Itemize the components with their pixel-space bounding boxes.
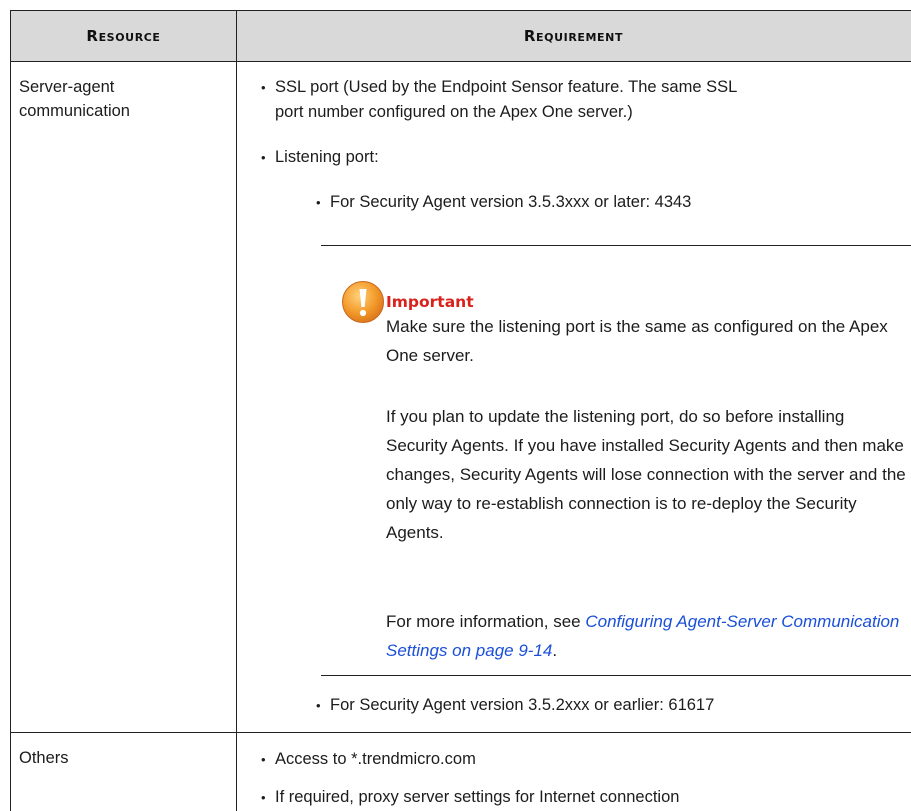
list-item-text: If required, proxy server settings for I… <box>275 788 680 806</box>
important-note-paragraph: For more information, see Configuring Ag… <box>386 607 906 665</box>
table-header-row: Resource Requirement <box>11 10 911 62</box>
list-item-listening-port: • Listening port: <box>261 145 881 170</box>
bullet-icon: • <box>261 80 266 95</box>
list-item-trendmicro-access: • Access to *.trendmicro.com <box>261 747 881 772</box>
list-item-proxy-settings: • If required, proxy server settings for… <box>261 785 881 810</box>
warning-exclamation-icon <box>342 281 384 323</box>
sublist-item-text: For Security Agent version 3.5.2xxx or e… <box>330 696 715 714</box>
important-note-paragraph: Make sure the listening port is the same… <box>386 317 888 365</box>
column-header-requirement: Requirement <box>523 27 624 45</box>
sublist-item-version-353: • For Security Agent version 3.5.3xxx or… <box>316 190 896 215</box>
row-divider <box>11 732 911 733</box>
column-divider <box>236 10 237 811</box>
column-header-resource: Resource <box>86 27 161 45</box>
sublist-item-text: For Security Agent version 3.5.3xxx or l… <box>330 193 692 211</box>
note-text: . <box>552 641 558 660</box>
requirements-table: Resource Requirement Server-agent commun… <box>10 10 911 811</box>
sublist-item-version-352: • For Security Agent version 3.5.2xxx or… <box>316 693 896 718</box>
list-item-text: Listening port: <box>275 148 379 166</box>
list-item-text: port number configured on the Apex One s… <box>275 103 633 121</box>
bullet-icon: • <box>261 752 266 767</box>
important-note-paragraph: If you plan to update the listening port… <box>386 407 906 542</box>
important-note-title: Important <box>386 293 474 311</box>
note-text: For more information, see <box>386 612 586 631</box>
list-item-ssl-port: • SSL port (Used by the Endpoint Sensor … <box>261 75 881 125</box>
bullet-icon: • <box>316 195 321 210</box>
resource-cell-others: Others <box>19 749 69 767</box>
bullet-icon: • <box>261 150 266 165</box>
note-bottom-rule <box>321 675 911 676</box>
list-item-text: SSL port (Used by the Endpoint Sensor fe… <box>275 78 738 96</box>
bullet-icon: • <box>316 698 321 713</box>
resource-cell-server-agent-line2: communication <box>19 102 130 120</box>
resource-cell-server-agent-line1: Server-agent <box>19 78 115 96</box>
bullet-icon: • <box>261 790 266 805</box>
note-top-rule <box>321 245 911 246</box>
list-item-text: Access to *.trendmicro.com <box>275 750 476 768</box>
